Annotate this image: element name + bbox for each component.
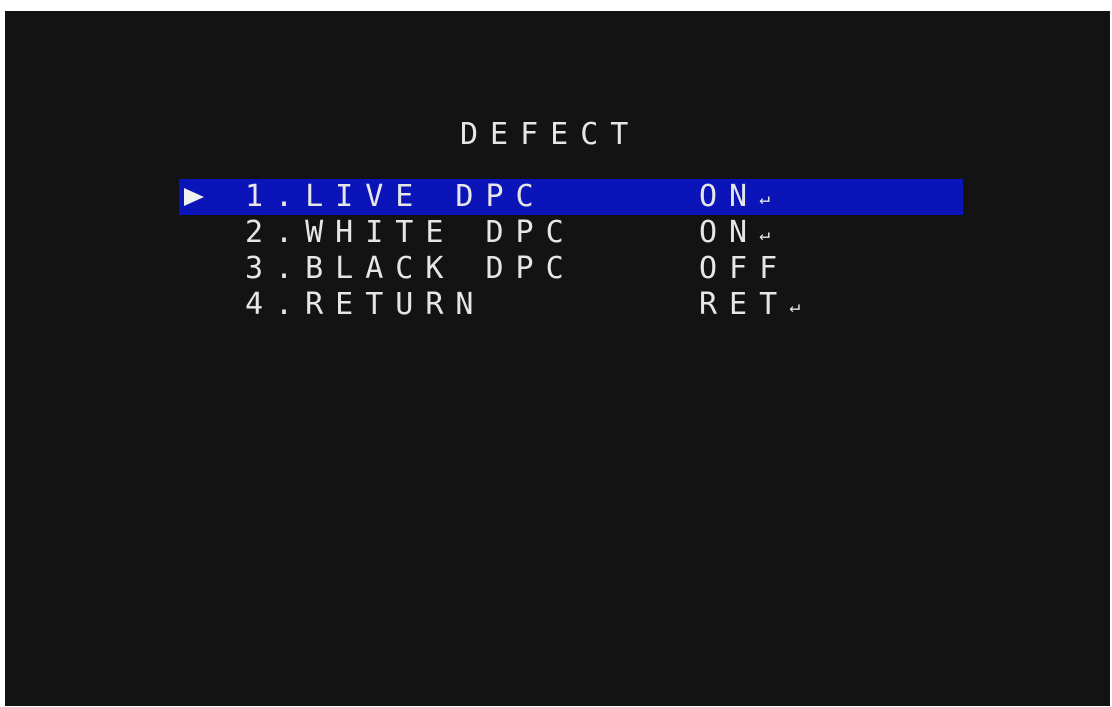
menu-item-value[interactable]: RET↵ (699, 287, 800, 325)
triangle-right-icon (184, 188, 204, 206)
menu-item-white-dpc[interactable]: 2.WHITE DPC ON↵ (179, 215, 963, 251)
enter-icon: ↵ (789, 296, 801, 317)
value-text: RET (699, 287, 790, 322)
osd-screen: DEFECT 1.LIVE DPC ON↵ 2.WHITE DPC ON↵ 3.… (5, 11, 1110, 706)
menu-item-live-dpc[interactable]: 1.LIVE DPC ON↵ (179, 179, 963, 215)
menu-item-label: 3.BLACK DPC (245, 251, 576, 286)
menu-item-return[interactable]: 4.RETURN RET↵ (179, 287, 963, 323)
value-text: OFF (699, 251, 790, 286)
menu-item-label: 4.RETURN (245, 287, 486, 322)
value-text: ON (699, 215, 760, 250)
menu-item-value[interactable]: ON↵ (699, 179, 770, 217)
menu-item-black-dpc[interactable]: 3.BLACK DPC OFF (179, 251, 963, 287)
menu-item-label: 1.LIVE DPC (245, 179, 546, 214)
menu-item-value[interactable]: ON↵ (699, 215, 770, 253)
menu-item-label: 2.WHITE DPC (245, 215, 576, 250)
enter-icon: ↵ (759, 188, 770, 209)
enter-icon: ↵ (759, 224, 770, 245)
menu-item-value[interactable]: OFF (699, 251, 789, 287)
value-text: ON (699, 179, 760, 214)
menu-title: DEFECT (460, 117, 641, 152)
